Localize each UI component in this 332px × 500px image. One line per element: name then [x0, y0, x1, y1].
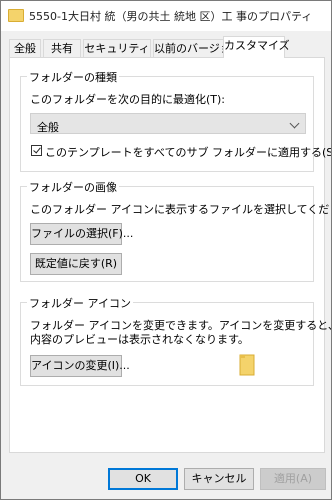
folder-icon-title: フォルダー アイコン [27, 295, 133, 311]
tab-customize[interactable]: カスタマイズ [223, 36, 290, 58]
optimize-select[interactable]: 全般 [30, 113, 306, 134]
tab-strip: 全般 共有 セキュリティ 以前のバージョン カスタマイズ [9, 36, 325, 58]
folder-picture-title: フォルダーの画像 [27, 179, 119, 195]
tab-previous-versions[interactable]: 以前のバージョン [153, 39, 242, 57]
customize-panel: フォルダーの種類 このフォルダーを次の目的に最適化(T): 全般 このテンプレー… [9, 57, 331, 453]
title-bar[interactable]: 5550-1大日村 統（男の共土 統地 区）工 事のプロパティ [1, 1, 331, 31]
restore-default-button[interactable]: 既定値に戻す(R) [30, 253, 122, 275]
folder-icon-group: フォルダー アイコン フォルダー アイコンを変更できます。アイコンを変更すると、… [20, 295, 331, 386]
change-icon-button[interactable]: アイコンの変更(I)... [30, 355, 130, 377]
properties-window: 5550-1大日村 統（男の共土 統地 区）工 事のプロパティ 全般 共有 セキ… [0, 0, 332, 500]
choose-file-button[interactable]: ファイルの選択(F)... [30, 223, 133, 245]
folder-icon [8, 9, 24, 22]
cancel-button[interactable]: キャンセル [184, 468, 254, 490]
optimize-label: このフォルダーを次の目的に最適化(T): [30, 93, 226, 106]
apply-template-checkbox[interactable] [31, 145, 42, 156]
window-title: 5550-1大日村 統（男の共土 統地 区）工 事のプロパティ [29, 10, 313, 23]
tab-general[interactable]: 全般 [9, 39, 41, 57]
apply-template-label[interactable]: このテンプレートをすべてのサブ フォルダーに適用する(S) [45, 144, 331, 160]
checkmark-icon [33, 145, 41, 154]
folder-type-group: フォルダーの種類 このフォルダーを次の目的に最適化(T): 全般 このテンプレー… [20, 69, 331, 172]
folder-preview-icon [239, 354, 255, 376]
folder-picture-description: このフォルダー アイコンに表示するファイルを選択してください。 [30, 203, 332, 216]
folder-icon-description-line2: 内容のプレビューは表示されなくなります。 [30, 333, 249, 346]
folder-picture-group: フォルダーの画像 このフォルダー アイコンに表示するファイルを選択してください。… [20, 179, 331, 282]
folder-type-title: フォルダーの種類 [27, 69, 119, 85]
ok-button[interactable]: OK [108, 468, 178, 490]
tab-security[interactable]: セキュリティ [83, 39, 151, 57]
apply-button[interactable]: 適用(A) [260, 468, 326, 490]
chevron-down-icon [289, 118, 300, 129]
optimize-select-value: 全般 [37, 121, 59, 134]
tab-sharing[interactable]: 共有 [43, 39, 81, 57]
